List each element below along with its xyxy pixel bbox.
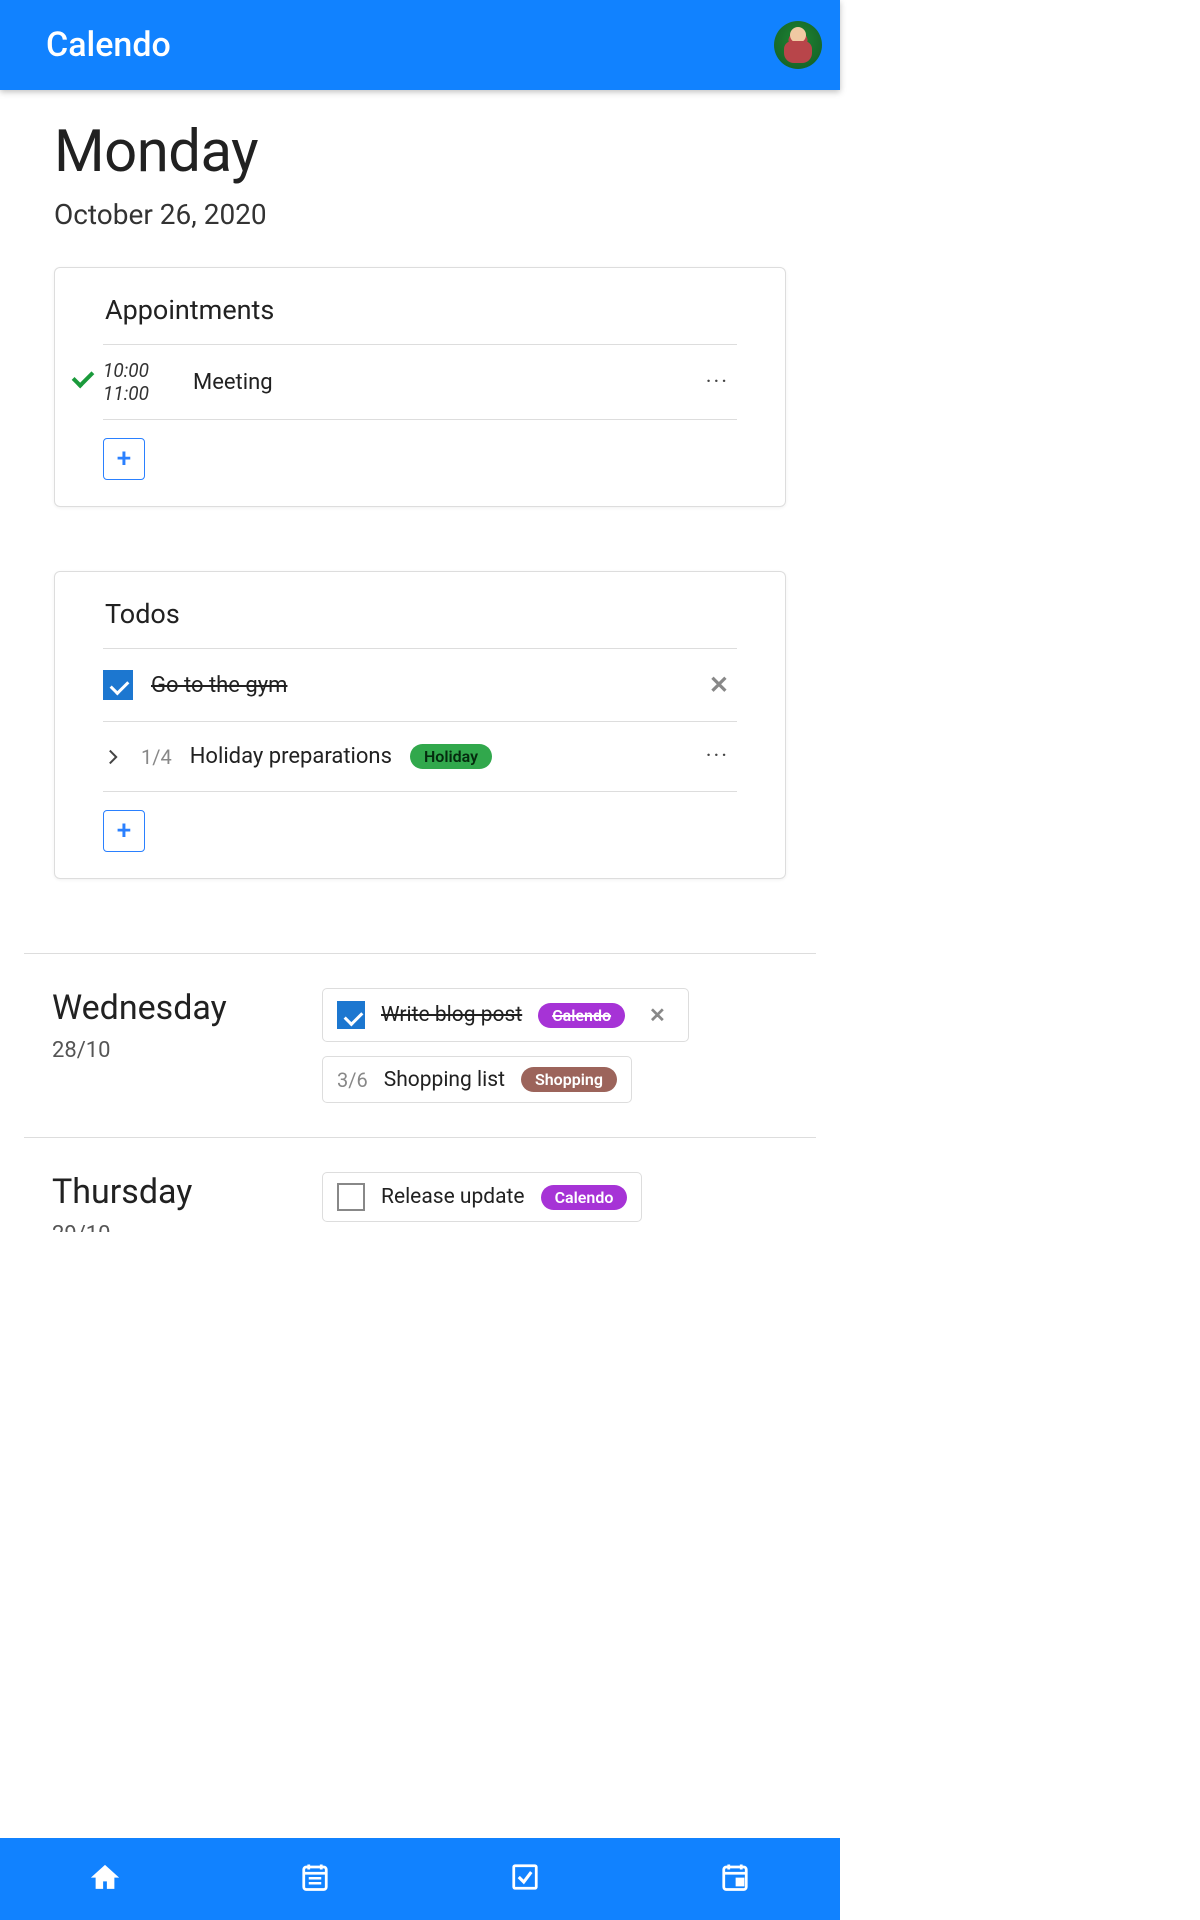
- home-icon: [90, 1862, 120, 1896]
- appointments-card: Appointments 10:00 11:00 Meeting ··· +: [54, 267, 786, 507]
- todo-checkbox[interactable]: [337, 1001, 365, 1029]
- upcoming-item[interactable]: 3/6 Shopping list Shopping: [322, 1056, 632, 1103]
- main-content: Monday October 26, 2020 Appointments 10:…: [0, 90, 840, 953]
- todo-text: Holiday preparations: [190, 744, 392, 769]
- delete-icon[interactable]: ✕: [701, 667, 737, 703]
- upcoming-day-date: 29/10: [52, 1222, 282, 1232]
- upcoming-day-name: Thursday: [52, 1172, 282, 1212]
- app-title: Calendo: [46, 25, 171, 65]
- appointment-end: 11:00: [103, 382, 167, 405]
- todo-checkbox[interactable]: [103, 670, 133, 700]
- appointments-title: Appointments: [103, 294, 737, 345]
- calendar-icon: [720, 1862, 750, 1896]
- upcoming-item[interactable]: Write blog post Calendo ✕: [322, 988, 689, 1042]
- upcoming-item-tag: Calendo: [541, 1185, 628, 1210]
- upcoming-item-text: Write blog post: [381, 1003, 522, 1027]
- upcoming-day-date: 28/10: [52, 1038, 282, 1063]
- appointment-row[interactable]: 10:00 11:00 Meeting ···: [103, 345, 737, 420]
- todo-row[interactable]: 1/4 Holiday preparations Holiday ···: [103, 722, 737, 792]
- bottom-nav: [0, 1838, 840, 1920]
- upcoming-section: Wednesday 28/10 Write blog post Calendo …: [0, 953, 840, 1238]
- avatar[interactable]: [774, 21, 822, 69]
- todo-progress: 1/4: [141, 745, 172, 769]
- add-todo-button[interactable]: +: [103, 810, 145, 852]
- add-appointment-button[interactable]: +: [103, 438, 145, 480]
- checkmark-icon: [73, 367, 99, 397]
- more-icon[interactable]: ···: [698, 740, 737, 773]
- todos-card: Todos Go to the gym ✕ 1/4 Holiday prepar…: [54, 571, 786, 879]
- upcoming-item[interactable]: Release update Calendo: [322, 1172, 642, 1222]
- chevron-right-icon[interactable]: [103, 749, 123, 765]
- tasks-icon: [510, 1862, 540, 1896]
- todo-tag: Holiday: [410, 744, 492, 769]
- upcoming-item-progress: 3/6: [337, 1068, 368, 1092]
- appointment-start: 10:00: [103, 359, 167, 382]
- upcoming-day: Thursday 29/10 Release update Calendo: [24, 1138, 816, 1238]
- upcoming-item-text: Shopping list: [384, 1068, 505, 1092]
- nav-calendar[interactable]: [630, 1838, 840, 1920]
- current-day-date: October 26, 2020: [54, 198, 786, 231]
- appointment-times: 10:00 11:00: [103, 359, 167, 405]
- upcoming-day: Wednesday 28/10 Write blog post Calendo …: [24, 953, 816, 1138]
- upcoming-item-text: Release update: [381, 1185, 525, 1209]
- more-icon[interactable]: ···: [698, 366, 737, 399]
- upcoming-item-tag: Shopping: [521, 1067, 617, 1092]
- nav-tasks[interactable]: [420, 1838, 630, 1920]
- todo-checkbox[interactable]: [337, 1183, 365, 1211]
- todo-row[interactable]: Go to the gym ✕: [103, 649, 737, 722]
- current-day-name: Monday: [54, 118, 786, 186]
- top-bar: Calendo: [0, 0, 840, 90]
- todos-title: Todos: [103, 598, 737, 649]
- nav-agenda[interactable]: [210, 1838, 420, 1920]
- upcoming-day-name: Wednesday: [52, 988, 282, 1028]
- appointment-title: Meeting: [193, 370, 273, 395]
- agenda-icon: [300, 1862, 330, 1896]
- upcoming-item-tag: Calendo: [538, 1003, 625, 1028]
- nav-home[interactable]: [0, 1838, 210, 1920]
- delete-icon[interactable]: ✕: [641, 999, 674, 1031]
- todo-text: Go to the gym: [151, 673, 287, 698]
